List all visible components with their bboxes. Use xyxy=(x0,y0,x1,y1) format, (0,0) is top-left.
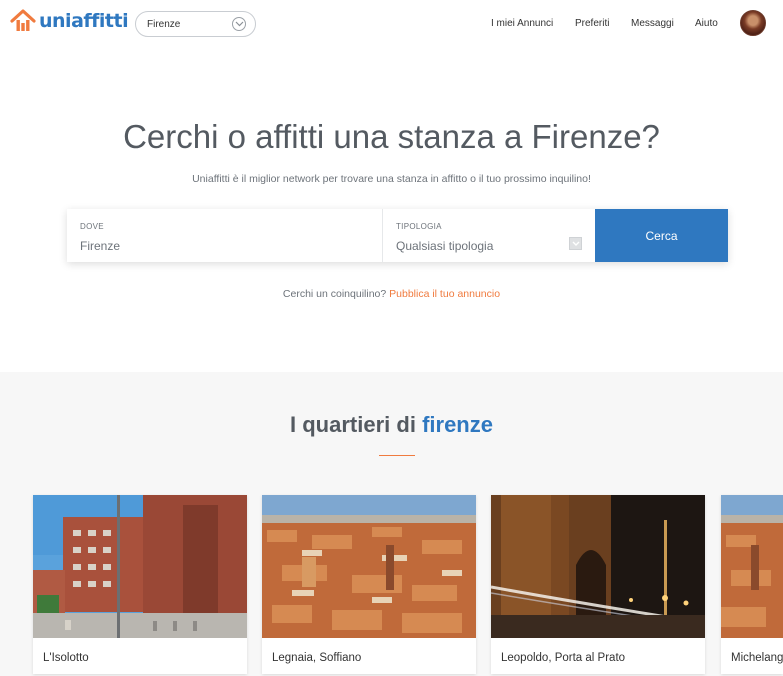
search-button[interactable]: Cerca xyxy=(595,209,728,262)
neighborhood-name: Michelangiolo xyxy=(731,652,783,664)
publish-listing-link[interactable]: Pubblica il tuo annuncio xyxy=(389,288,500,300)
roommate-prompt-text: Cerchi un coinquilino? xyxy=(282,288,387,300)
nav-messages[interactable]: Messaggi xyxy=(631,18,674,29)
neighborhood-name: Legnaia, Soffiano xyxy=(272,652,362,664)
location-field[interactable]: DOVE Firenze xyxy=(67,209,383,262)
city-selector-value: Firenze xyxy=(147,18,181,30)
neighborhood-card[interactable]: L'Isolotto xyxy=(33,495,247,674)
page-subtitle: Uniaffitti è il miglior network per trov… xyxy=(192,173,591,185)
neighborhood-photo xyxy=(262,495,476,638)
avatar[interactable] xyxy=(740,10,766,36)
location-input[interactable]: Firenze xyxy=(80,239,120,253)
neighborhoods-title-city: firenze xyxy=(422,412,493,437)
neighborhood-name: Leopoldo, Porta al Prato xyxy=(501,652,626,664)
location-label: DOVE xyxy=(80,222,104,231)
neighborhood-card[interactable]: Leopoldo, Porta al Prato xyxy=(491,495,705,674)
type-field[interactable]: TIPOLOGIA Qualsiasi tipologia xyxy=(383,209,595,262)
section-divider xyxy=(379,455,415,456)
roommate-prompt: Cerchi un coinquilino? Pubblica il tuo a… xyxy=(0,288,783,300)
neighborhood-card[interactable]: Michelangiolo xyxy=(721,495,783,674)
neighborhood-photo xyxy=(491,495,705,638)
neighborhood-photo xyxy=(721,495,783,638)
type-label: TIPOLOGIA xyxy=(396,222,442,231)
nav-help[interactable]: Aiuto xyxy=(695,18,718,29)
neighborhood-card[interactable]: Legnaia, Soffiano xyxy=(262,495,476,674)
city-selector[interactable]: Firenze xyxy=(135,11,256,37)
neighborhoods-title: I quartieri di firenze xyxy=(0,412,783,438)
neighborhood-photo xyxy=(33,495,247,638)
chevron-down-icon xyxy=(232,17,246,31)
chevron-down-icon xyxy=(569,237,582,250)
nav-favorites[interactable]: Preferiti xyxy=(575,18,609,29)
type-select[interactable]: Qualsiasi tipologia xyxy=(396,239,493,253)
logo-text: uniaffitti xyxy=(39,10,129,32)
neighborhoods-title-prefix: I quartieri di xyxy=(290,412,416,437)
nav-my-listings[interactable]: I miei Annunci xyxy=(491,18,553,29)
page-title: Cerchi o affitti una stanza a Firenze? xyxy=(123,118,660,155)
top-bar: uniaffitti Firenze I miei Annunci Prefer… xyxy=(0,0,783,48)
logo[interactable]: uniaffitti xyxy=(10,9,129,33)
neighborhood-name: L'Isolotto xyxy=(43,652,89,664)
house-logo-icon xyxy=(10,9,36,31)
search-form: DOVE Firenze TIPOLOGIA Qualsiasi tipolog… xyxy=(67,209,728,262)
